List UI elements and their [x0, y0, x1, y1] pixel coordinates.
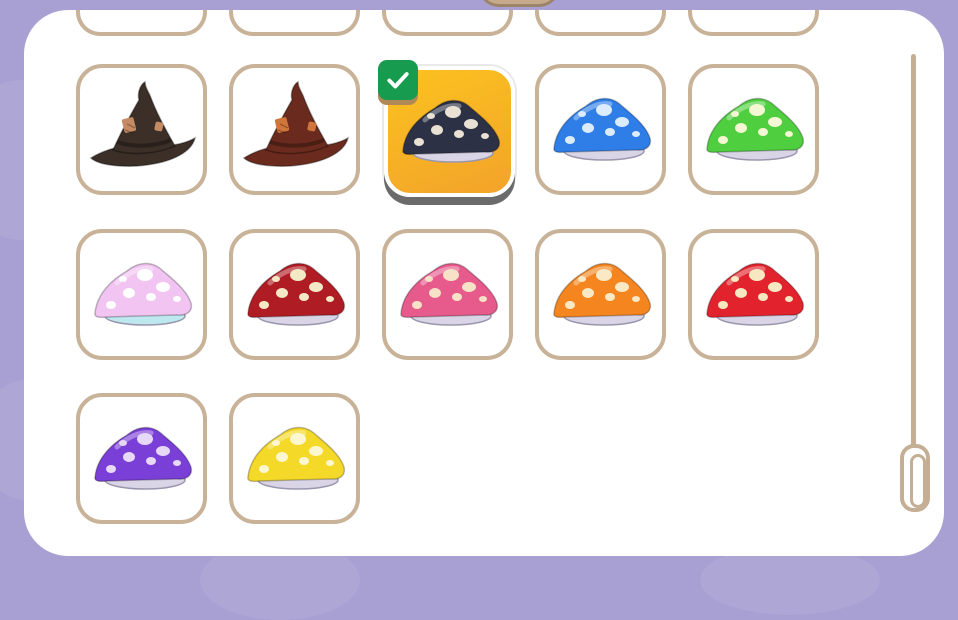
- inventory-slot-witch-hat-dark[interactable]: [76, 64, 207, 195]
- mushroom-hat-crimson-icon: [247, 262, 346, 326]
- witch-hat-brown-icon: [242, 80, 350, 167]
- inventory-slot-mushroom-hat-green[interactable]: [688, 64, 819, 195]
- inventory-slot-mushroom-hat-red[interactable]: [688, 229, 819, 360]
- inventory-slot-mushroom-hat-pink[interactable]: [382, 229, 513, 360]
- mushroom-hat-navy-icon: [402, 99, 501, 163]
- inventory-slot-mushroom-hat-pastel[interactable]: [76, 229, 207, 360]
- mushroom-hat-yellow-icon: [247, 426, 346, 490]
- inventory-slot-partial[interactable]: [229, 10, 360, 36]
- inventory-slot-partial[interactable]: [76, 10, 207, 36]
- inventory-slot-mushroom-hat-purple[interactable]: [76, 393, 207, 524]
- inventory-grid: [24, 10, 884, 556]
- panel-top-tab: [478, 0, 560, 7]
- mushroom-hat-green-icon: [706, 97, 805, 161]
- inventory-slot-witch-hat-brown[interactable]: [229, 64, 360, 195]
- mushroom-hat-pastel-icon: [94, 262, 193, 326]
- inventory-slot-partial[interactable]: [535, 10, 666, 36]
- inventory-slot-mushroom-hat-blue[interactable]: [535, 64, 666, 195]
- scrollbar-thumb[interactable]: [900, 444, 930, 512]
- inventory-panel: [24, 10, 944, 556]
- inventory-slot-mushroom-hat-orange[interactable]: [535, 229, 666, 360]
- mushroom-hat-blue-icon: [553, 97, 652, 161]
- inventory-slot-partial[interactable]: [688, 10, 819, 36]
- inventory-slot-mushroom-hat-crimson[interactable]: [229, 229, 360, 360]
- mushroom-hat-purple-icon: [94, 426, 193, 490]
- inventory-slot-partial[interactable]: [382, 10, 513, 36]
- witch-hat-dark-icon: [89, 80, 197, 167]
- inventory-slot-mushroom-hat-yellow[interactable]: [229, 393, 360, 524]
- mushroom-hat-orange-icon: [553, 262, 652, 326]
- scrollbar-track[interactable]: [911, 54, 916, 484]
- mushroom-hat-red-icon: [706, 262, 805, 326]
- mushroom-hat-pink-icon: [400, 262, 499, 326]
- inventory-slot-mushroom-hat-navy[interactable]: [378, 60, 515, 197]
